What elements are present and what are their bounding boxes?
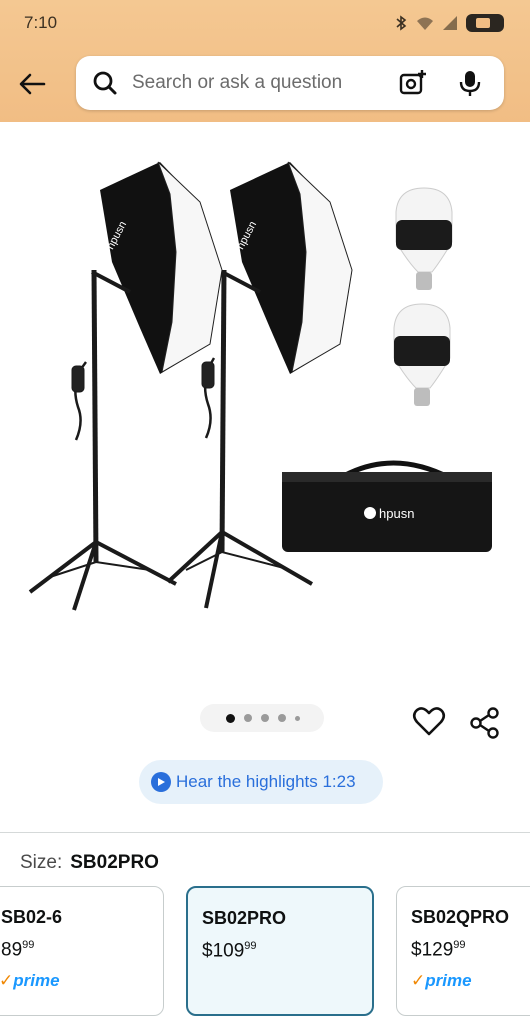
camera-search-icon[interactable]: [398, 68, 428, 98]
size-option-price: 8999: [1, 939, 35, 961]
signal-icon: [443, 16, 457, 30]
search-input[interactable]: [132, 70, 382, 96]
product-image[interactable]: hpusn hpusn hpusn: [0, 122, 530, 682]
size-option-name: SB02-6: [1, 907, 63, 927]
size-option-name: SB02QPRO: [411, 907, 510, 927]
back-button[interactable]: [12, 64, 52, 104]
play-icon: [151, 772, 171, 792]
size-option-sb02qpro[interactable]: SB02QPRO $12999 ✓prime: [396, 886, 530, 1016]
size-selector-label: Size: SB02PRO: [20, 852, 159, 874]
prime-badge: ✓prime: [411, 971, 472, 990]
app-header: 7:10: [0, 0, 530, 122]
status-icons: [394, 12, 504, 34]
bulb-bottom: [393, 303, 451, 406]
size-option-price: $10999: [202, 940, 257, 962]
carousel-dot[interactable]: [226, 713, 235, 723]
bulb-top: [395, 187, 453, 290]
carrying-bag: hpusn: [282, 460, 492, 552]
size-option-price: $12999: [411, 939, 466, 961]
microphone-icon[interactable]: [458, 68, 482, 98]
left-softbox: hpusn: [100, 161, 223, 374]
section-divider: [0, 832, 530, 833]
wishlist-button[interactable]: [412, 706, 446, 743]
size-label: Size:: [20, 852, 63, 873]
status-time: 7:10: [24, 13, 58, 32]
size-option-name: SB02PRO: [202, 908, 287, 928]
search-box[interactable]: [76, 56, 504, 110]
carousel-dot[interactable]: [295, 715, 300, 721]
hear-highlights-label: Hear the highlights 1:23: [176, 772, 356, 791]
right-softbox: hpusn: [230, 161, 353, 374]
battery-icon: [466, 14, 504, 32]
heart-icon: [412, 707, 446, 736]
hear-highlights-button[interactable]: Hear the highlights 1:23: [139, 760, 383, 804]
bluetooth-icon: [396, 15, 407, 31]
wifi-icon: [417, 17, 433, 30]
search-icon: [93, 71, 117, 95]
arrow-left-icon: [19, 73, 46, 95]
bag-logo: hpusn: [379, 506, 414, 521]
size-selected-value: SB02PRO: [70, 852, 159, 873]
prime-badge: ✓prime: [0, 971, 60, 990]
size-option-sb02-6[interactable]: SB02-6 8999 ✓prime: [0, 886, 164, 1016]
share-button[interactable]: [468, 706, 502, 745]
status-bar: 7:10: [0, 0, 530, 48]
carousel-dot[interactable]: [278, 714, 286, 722]
carousel-indicator[interactable]: [206, 710, 320, 726]
share-icon: [470, 707, 499, 739]
size-option-sb02pro[interactable]: SB02PRO $10999: [186, 886, 374, 1016]
carousel-dot[interactable]: [244, 714, 252, 722]
carousel-dot[interactable]: [261, 714, 269, 722]
